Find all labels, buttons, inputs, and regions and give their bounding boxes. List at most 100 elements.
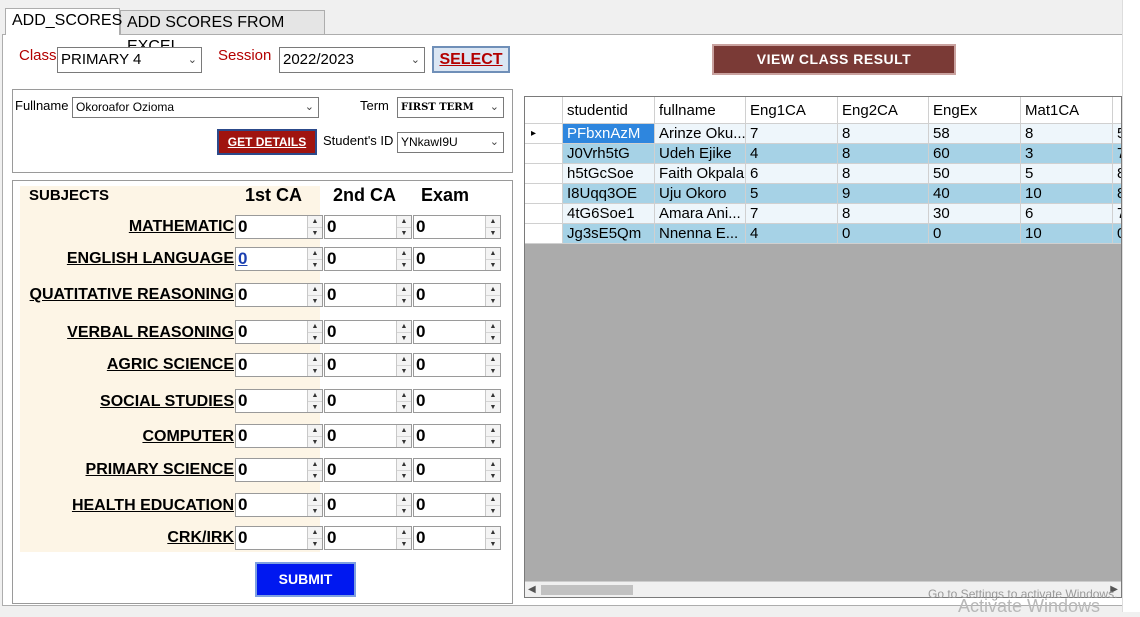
spin-down-icon[interactable]: ▼ (397, 228, 411, 239)
spinner-buttons[interactable]: ▲ ▼ (307, 321, 322, 343)
score-exam-input[interactable]: 0 ▲ ▼ (413, 493, 501, 517)
spinner-buttons[interactable]: ▲ ▼ (307, 248, 322, 270)
spinner-buttons[interactable]: ▲ ▼ (396, 425, 411, 447)
grid-cell[interactable]: 6 (746, 164, 838, 184)
spinner-buttons[interactable]: ▲ ▼ (485, 527, 500, 549)
spinner-buttons[interactable]: ▲ ▼ (485, 248, 500, 270)
spinner-buttons[interactable]: ▲ ▼ (396, 459, 411, 481)
spin-up-icon[interactable]: ▲ (486, 459, 500, 471)
grid-cell[interactable]: 8 (838, 124, 929, 144)
score-ca2-input[interactable]: 0 ▲ ▼ (324, 320, 412, 344)
class-combo[interactable]: PRIMARY 4 ⌄ (57, 47, 202, 73)
spin-down-icon[interactable]: ▼ (486, 506, 500, 517)
score-exam-input[interactable]: 0 ▲ ▼ (413, 424, 501, 448)
score-ca1-input[interactable]: 0 ▲ ▼ (235, 215, 323, 239)
grid-column-header[interactable]: Mat1CA (1021, 97, 1113, 124)
spin-down-icon[interactable]: ▼ (397, 506, 411, 517)
spinner-buttons[interactable]: ▲ ▼ (396, 390, 411, 412)
grid-cell[interactable]: Arinze Oku... (655, 124, 746, 144)
score-ca2-input[interactable]: 0 ▲ ▼ (324, 215, 412, 239)
grid-cell[interactable]: 8 (838, 164, 929, 184)
score-exam-input[interactable]: 0 ▲ ▼ (413, 215, 501, 239)
grid-cell[interactable]: 8 (1113, 184, 1121, 204)
grid-column-header[interactable]: EngEx (929, 97, 1021, 124)
spinner-buttons[interactable]: ▲ ▼ (307, 527, 322, 549)
spin-up-icon[interactable]: ▲ (397, 321, 411, 333)
spin-up-icon[interactable]: ▲ (308, 321, 322, 333)
grid-cell[interactable]: Faith Okpala (655, 164, 746, 184)
score-ca2-input[interactable]: 0 ▲ ▼ (324, 283, 412, 307)
spin-up-icon[interactable]: ▲ (308, 248, 322, 260)
spin-up-icon[interactable]: ▲ (397, 494, 411, 506)
grid-row-header[interactable] (525, 164, 563, 184)
spinner-buttons[interactable]: ▲ ▼ (396, 527, 411, 549)
tab-add-scores[interactable]: ADD_SCORES (5, 8, 122, 35)
spin-up-icon[interactable]: ▲ (397, 527, 411, 539)
score-exam-input[interactable]: 0 ▲ ▼ (413, 320, 501, 344)
spinner-buttons[interactable]: ▲ ▼ (396, 321, 411, 343)
spinner-buttons[interactable]: ▲ ▼ (485, 284, 500, 306)
grid-cell[interactable]: 7 (1113, 144, 1121, 164)
score-exam-input[interactable]: 0 ▲ ▼ (413, 389, 501, 413)
spinner-buttons[interactable]: ▲ ▼ (307, 459, 322, 481)
score-exam-input[interactable]: 0 ▲ ▼ (413, 247, 501, 271)
spin-down-icon[interactable]: ▼ (308, 366, 322, 377)
spin-up-icon[interactable]: ▲ (397, 459, 411, 471)
grid-cell[interactable]: 10 (1021, 224, 1113, 244)
spin-up-icon[interactable]: ▲ (397, 216, 411, 228)
spinner-buttons[interactable]: ▲ ▼ (485, 494, 500, 516)
score-exam-input[interactable]: 0 ▲ ▼ (413, 353, 501, 377)
grid-cell[interactable]: 9 (838, 184, 929, 204)
grid-cell[interactable]: 7 (746, 124, 838, 144)
spin-up-icon[interactable]: ▲ (308, 216, 322, 228)
score-ca1-input[interactable]: 0 ▲ ▼ (235, 526, 323, 550)
spin-up-icon[interactable]: ▲ (308, 390, 322, 402)
spin-down-icon[interactable]: ▼ (486, 296, 500, 307)
grid-cell[interactable]: 8 (1021, 124, 1113, 144)
session-combo[interactable]: 2022/2023 ⌄ (279, 47, 425, 73)
spin-down-icon[interactable]: ▼ (308, 506, 322, 517)
spin-up-icon[interactable]: ▲ (486, 248, 500, 260)
spin-down-icon[interactable]: ▼ (397, 366, 411, 377)
grid-cell[interactable]: 8 (838, 204, 929, 224)
grid-cell[interactable]: Amara Ani... (655, 204, 746, 224)
spin-down-icon[interactable]: ▼ (397, 539, 411, 550)
grid-cell[interactable]: Nnenna E... (655, 224, 746, 244)
grid-row-header[interactable] (525, 204, 563, 224)
grid-cell[interactable]: 58 (929, 124, 1021, 144)
grid-cell[interactable]: Jg3sE5Qm (563, 224, 655, 244)
spin-down-icon[interactable]: ▼ (308, 437, 322, 448)
spin-up-icon[interactable]: ▲ (486, 390, 500, 402)
grid-cell[interactable]: 40 (929, 184, 1021, 204)
spin-down-icon[interactable]: ▼ (308, 296, 322, 307)
scroll-left-icon[interactable]: ◀ (528, 582, 536, 597)
grid-cell[interactable]: 5 (746, 184, 838, 204)
spin-down-icon[interactable]: ▼ (308, 333, 322, 344)
grid-cell[interactable]: 7 (746, 204, 838, 224)
spinner-buttons[interactable]: ▲ ▼ (396, 354, 411, 376)
grid-column-header[interactable] (1113, 97, 1121, 124)
grid-row-header[interactable] (525, 144, 563, 164)
class-result-grid[interactable]: ◀ ▶ studentid fullname Eng1CA Eng2CA EngEx Ma… (524, 96, 1122, 598)
spin-up-icon[interactable]: ▲ (308, 494, 322, 506)
grid-cell[interactable]: J0Vrh5tG (563, 144, 655, 164)
score-ca1-input[interactable]: 0 ▲ ▼ (235, 353, 323, 377)
spinner-buttons[interactable]: ▲ ▼ (396, 216, 411, 238)
student-id-combo[interactable]: YNkawI9U ⌄ (397, 132, 504, 153)
spinner-buttons[interactable]: ▲ ▼ (307, 390, 322, 412)
score-ca2-input[interactable]: 0 ▲ ▼ (324, 247, 412, 271)
spin-down-icon[interactable]: ▼ (486, 539, 500, 550)
spin-down-icon[interactable]: ▼ (486, 437, 500, 448)
spin-up-icon[interactable]: ▲ (308, 459, 322, 471)
spin-down-icon[interactable]: ▼ (486, 366, 500, 377)
spinner-buttons[interactable]: ▲ ▼ (485, 321, 500, 343)
grid-cell[interactable]: 5 (1021, 164, 1113, 184)
score-exam-input[interactable]: 0 ▲ ▼ (413, 458, 501, 482)
spin-up-icon[interactable]: ▲ (308, 354, 322, 366)
spin-down-icon[interactable]: ▼ (486, 402, 500, 413)
grid-cell[interactable]: 5 (1113, 124, 1121, 144)
spin-up-icon[interactable]: ▲ (397, 390, 411, 402)
score-ca2-input[interactable]: 0 ▲ ▼ (324, 424, 412, 448)
grid-cell[interactable]: I8Uqq3OE (563, 184, 655, 204)
score-ca2-input[interactable]: 0 ▲ ▼ (324, 526, 412, 550)
